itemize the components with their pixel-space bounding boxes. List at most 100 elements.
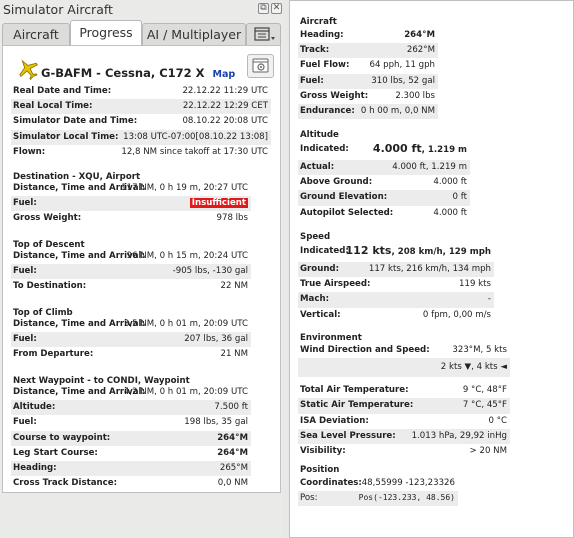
close-button[interactable]: ✕ (271, 3, 282, 14)
aircraft-details-panel: Aircraft Heading: 264°M Track: 262°M Fuel … (289, 0, 574, 538)
options-button[interactable] (247, 54, 274, 78)
row-value: 21 NM (220, 349, 248, 360)
row-value: 2.300 lbs (395, 90, 435, 101)
tab-aircraft[interactable]: Aircraft (2, 23, 70, 45)
row-value: 08.10.22 20:08 UTC (182, 116, 268, 127)
row-value: 64 pph, 11 gph (369, 60, 435, 71)
row-value: 12,8 NM since takoff at 17:30 UTC (121, 146, 268, 157)
indicated-speed-value: 112 kts, 208 km/h, 129 mph (345, 244, 491, 257)
row-value: 22 NM (220, 281, 248, 292)
row-label: Static Air Temperature: (300, 400, 414, 411)
table-row: Leg Start Course: 264°M (11, 446, 251, 461)
row-value: 13:08 UTC-07:00[08.10.22 13:08] (123, 131, 268, 142)
row-value: 310 lbs, 52 gal (371, 75, 435, 86)
row-value: 264°M (217, 447, 248, 458)
aircraft-section-heading: Aircraft (300, 17, 337, 27)
row-label: Leg Start Course: (13, 447, 98, 458)
table-row: Mach: - (298, 292, 494, 308)
row-label: Indicated: (300, 246, 349, 256)
table-row: Fuel: 310 lbs, 52 gal (298, 73, 438, 89)
map-link[interactable]: Map (213, 69, 236, 80)
row-value: 22.12.22 12:29 CET (182, 101, 268, 112)
row-value: 4.000 ft, 1.219 m (392, 162, 467, 172)
row-value: > 20 NM (469, 445, 507, 456)
row-label: Heading: (300, 30, 344, 40)
row-label: Visibility: (300, 445, 346, 456)
row-label: Wind Direction and Speed: (300, 345, 430, 355)
time-table: Real Date and Time: 22.12.22 11:29 UTC Re… (11, 84, 271, 160)
indicated-altitude-ft: 4.000 ft (372, 142, 422, 155)
row-label: Real Local Time: (13, 101, 93, 112)
aircraft-title: G-BAFM - Cessna, C172 X Map (41, 66, 235, 80)
table-row: True Airspeed: 119 kts (298, 277, 494, 292)
table-row: Ground Elevation: 0 ft (298, 190, 470, 206)
float-button[interactable]: ⧉ (258, 3, 269, 14)
tab-ai-multiplayer[interactable]: AI / Multiplayer (142, 23, 246, 45)
row-value: 3,5 NM, 0 h 01 m, 20:09 UTC (123, 319, 248, 329)
coordinates-value: 48,55999 -123,23326 (361, 478, 455, 488)
row-label: Mach: (300, 294, 329, 305)
row-label: To Destination: (13, 281, 87, 292)
row-label: Pos: (300, 493, 318, 504)
table-row: Distance, Time and Arrival: 4,2 NM, 0 h 0… (11, 385, 251, 400)
row-label: Altitude: (13, 402, 56, 413)
aircraft-table: Heading: 264°M Track: 262°M Fuel Flow: 64 p… (298, 28, 438, 120)
app-root: Simulator Aircraft ⧉ ✕ Aircraft Progress… (0, 0, 574, 538)
row-value: 119 kts (459, 279, 491, 290)
row-label: Heading: (13, 462, 57, 473)
row-label: Above Ground: (300, 177, 373, 188)
row-label: Gross Weight: (13, 213, 82, 224)
table-row: Gross Weight: 2.300 lbs (298, 89, 438, 104)
table-row: Pos: Pos(-123.233, 48.56) (298, 491, 458, 507)
table-row: Simulator Local Time: 13:08 UTC-07:00[08.… (11, 129, 271, 145)
row-label: ISA Deviation: (300, 415, 369, 426)
row-value: 4.000 ft (433, 207, 467, 218)
table-row: Fuel: Insufficient (11, 196, 251, 212)
row-value: 4.000 ft (433, 177, 467, 188)
row-label: Real Date and Time: (13, 86, 112, 96)
speed-table: Indicated: 112 kts, 208 km/h, 129 mph Gr… (298, 242, 494, 323)
table-row: Static Air Temperature: 7 °C, 45°F (298, 398, 510, 414)
row-label: Vertical: (300, 309, 341, 320)
table-row: Indicated: 4.000 ft, 1.219 m (298, 140, 470, 160)
row-value: 117 kts, 216 km/h, 134 mph (368, 264, 491, 274)
position-table: Coordinates: 48,55999 -123,23326 Pos: Pos(… (298, 476, 458, 507)
indicated-speed-kts: 112 kts (345, 244, 392, 257)
row-value: 198 lbs, 35 gal (184, 417, 248, 428)
aircraft-name: G-BAFM - Cessna, C172 X (41, 66, 205, 80)
table-row: Above Ground: 4.000 ft (298, 175, 470, 190)
row-label: Indicated: (300, 144, 349, 154)
row-label: Sea Level Pressure: (300, 430, 396, 441)
row-label: Autopilot Selected: (300, 207, 394, 218)
row-value: 978 lbs (216, 213, 248, 224)
environment-table: Wind Direction and Speed: 323°M, 5 kts 2 … (298, 343, 510, 459)
table-row: Total Air Temperature: 9 °C, 48°F (298, 383, 510, 398)
table-row: Simulator Date and Time: 08.10.22 20:08 U… (11, 114, 271, 129)
indicated-altitude-m: 1.219 m (427, 145, 467, 155)
row-value: 262°M (406, 45, 435, 56)
table-row: Sea Level Pressure: 1.013 hPa, 29,92 inHg (298, 428, 510, 444)
tab-bar: Aircraft Progress AI / Multiplayer (2, 20, 281, 45)
table-row: Heading: 265°M (11, 460, 251, 477)
table-row: Distance, Time and Arrival: 3,5 NM, 0 h 0… (11, 317, 251, 332)
tab-progress[interactable]: Progress (70, 20, 142, 45)
row-label: Fuel Flow: (300, 60, 350, 71)
airplane-icon (19, 59, 38, 80)
table-row: Course to waypoint: 264°M (11, 430, 251, 446)
table-row: To Destination: 22 NM (11, 279, 251, 294)
pos-value: Pos(-123.233, 48.56) (358, 493, 455, 503)
row-value: 117 NM, 0 h 19 m, 20:27 UTC (121, 183, 248, 193)
table-row: Distance, Time and Arrival: 117 NM, 0 h 1… (11, 181, 251, 196)
row-label: Fuel: (13, 334, 37, 345)
row-label: Simulator Date and Time: (13, 116, 138, 127)
table-row: Flown: 12,8 NM since takoff at 17:30 UTC (11, 145, 271, 160)
row-label: From Departure: (13, 349, 94, 360)
row-value: 264°M (404, 30, 435, 40)
row-value: - (487, 294, 491, 305)
table-row: Vertical: 0 fpm, 0,00 m/s (298, 308, 494, 323)
tab-list-menu[interactable] (246, 23, 281, 45)
table-row: Real Date and Time: 22.12.22 11:29 UTC (11, 84, 271, 99)
row-label: Fuel: (13, 266, 37, 277)
row-label: Fuel: (13, 417, 37, 428)
row-value: 0 h 00 m, 0,0 NM (360, 105, 435, 116)
